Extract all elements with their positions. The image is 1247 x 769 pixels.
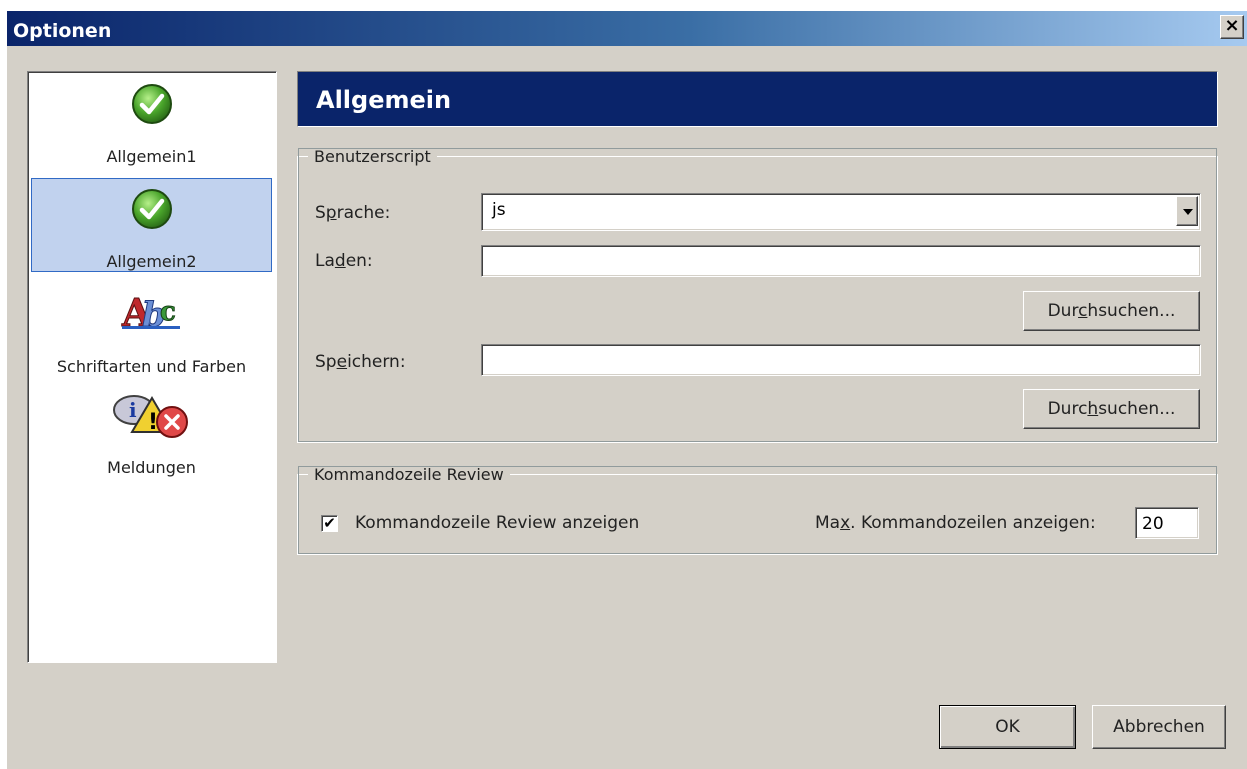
load-label-text-rest: en:: [345, 251, 373, 271]
nav-item-allgemein2[interactable]: Allgemein2: [31, 178, 272, 272]
max-lines-input[interactable]: 20: [1135, 507, 1199, 539]
show-review-checkbox[interactable]: ✔: [321, 515, 338, 532]
chevron-down-icon[interactable]: [1176, 196, 1198, 226]
check-icon: [131, 189, 172, 229]
save-label-accesskey: e: [336, 352, 348, 372]
section-title: Allgemein: [316, 86, 452, 114]
browse-load-text-rest: hsuchen...: [1087, 301, 1176, 321]
nav-item-allgemein1[interactable]: Allgemein1: [31, 74, 272, 168]
messages-icon: i !: [112, 395, 188, 438]
browse-save-text-rest: suchen...: [1098, 399, 1176, 419]
load-label-accesskey: d: [334, 251, 346, 271]
ok-button[interactable]: OK: [939, 705, 1076, 749]
nav-item-label: Schriftarten und Farben: [56, 357, 247, 376]
save-path-input[interactable]: [481, 344, 1201, 376]
browse-save-text: Durc: [1047, 399, 1088, 419]
language-label-accesskey: p: [325, 203, 337, 223]
load-label-text: La: [315, 251, 335, 271]
title-bar[interactable]: Optionen ×: [7, 11, 1247, 46]
close-icon: ×: [1224, 15, 1240, 36]
load-path-input[interactable]: [481, 245, 1201, 277]
show-review-label: Kommandozeile Review anzeigen: [355, 513, 640, 533]
browse-load-button[interactable]: Durchsuchen...: [1023, 291, 1200, 331]
svg-text:i: i: [129, 398, 137, 422]
nav-item-messages[interactable]: i ! Meldungen: [31, 390, 272, 484]
ok-label: OK: [995, 717, 1020, 737]
browse-save-button[interactable]: Durchsuchen...: [1023, 389, 1200, 429]
category-list: Allgemein1 Allgemein2 A b c Schriftarten…: [27, 71, 277, 663]
load-label: Laden:: [315, 251, 373, 271]
check-icon: [131, 84, 172, 124]
nav-item-fonts-colors[interactable]: A b c Schriftarten und Farben: [31, 284, 272, 378]
review-legend: Kommandozeile Review: [314, 465, 504, 484]
nav-item-label: Allgemein1: [106, 147, 197, 166]
svg-text:c: c: [160, 297, 176, 327]
max-lines-label-text: Ma: [815, 513, 841, 533]
review-group: Kommandozeile Review: [297, 465, 1218, 555]
close-button[interactable]: ×: [1220, 15, 1244, 39]
checkmark-icon: ✔: [323, 514, 336, 532]
language-label-text: S: [315, 203, 326, 223]
cancel-button[interactable]: Abbrechen: [1092, 705, 1226, 749]
nav-item-label: Allgemein2: [106, 252, 197, 271]
max-lines-value: 20: [1142, 514, 1164, 534]
nav-item-label: Meldungen: [107, 458, 196, 477]
language-select[interactable]: js: [481, 193, 1201, 231]
fonts-colors-icon: A b c: [120, 290, 180, 332]
browse-save-accesskey: h: [1087, 399, 1099, 419]
max-lines-label-accesskey: x: [840, 513, 851, 533]
window-title: Optionen: [13, 20, 112, 42]
options-dialog: Optionen × Allgemein1 Allgemein2 A b c S…: [6, 10, 1247, 769]
language-value: js: [492, 200, 506, 220]
max-lines-label: Max. Kommandozeilen anzeigen:: [815, 513, 1096, 533]
language-label-text-rest: rache:: [336, 203, 391, 223]
userscript-legend: Benutzerscript: [314, 147, 431, 166]
browse-load-text: Dur: [1047, 301, 1079, 321]
save-label: Speichern:: [315, 352, 406, 372]
save-label-text-rest: ichern:: [347, 352, 406, 372]
language-label: Sprache:: [315, 203, 390, 223]
max-lines-label-text-rest: . Kommandozeilen anzeigen:: [850, 513, 1096, 533]
save-label-text: Sp: [315, 352, 337, 372]
section-banner: Allgemein: [297, 71, 1218, 127]
cancel-label: Abbrechen: [1113, 717, 1205, 737]
